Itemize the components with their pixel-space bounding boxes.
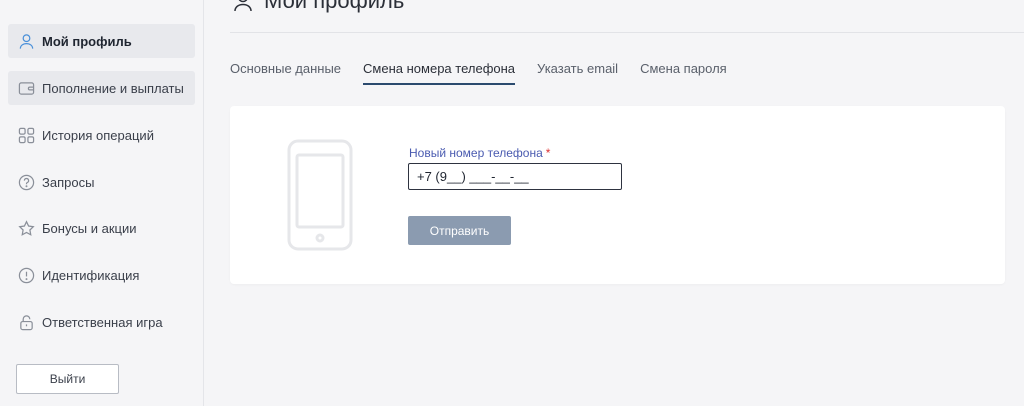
sidebar: Мой профиль Пополнение и выплаты История… xyxy=(0,0,204,406)
question-icon xyxy=(17,173,35,191)
sidebar-item-my-profile[interactable]: Мой профиль xyxy=(8,24,195,58)
tab-change-password[interactable]: Смена пароля xyxy=(640,61,727,85)
page-title-text: Мой профиль xyxy=(264,0,405,13)
alert-icon xyxy=(17,266,35,284)
sidebar-item-history[interactable]: История операций xyxy=(8,118,195,152)
user-icon xyxy=(232,0,254,12)
sidebar-item-identification[interactable]: Идентификация xyxy=(8,258,195,292)
logout-button[interactable]: Выйти xyxy=(16,364,119,394)
page-title: Мой профиль xyxy=(232,0,404,14)
user-icon xyxy=(17,32,35,50)
tab-change-phone[interactable]: Смена номера телефона xyxy=(363,61,516,85)
header-divider xyxy=(230,32,1024,33)
phone-field-label-text: Новый номер телефона xyxy=(409,146,543,160)
change-phone-card: Новый номер телефона* Отправить xyxy=(230,106,1005,284)
lock-icon xyxy=(17,313,35,331)
sidebar-item-label: Мой профиль xyxy=(42,33,132,49)
sidebar-item-deposits-payouts[interactable]: Пополнение и выплаты xyxy=(8,71,195,105)
sidebar-item-label: Бонусы и акции xyxy=(42,220,137,236)
submit-button[interactable]: Отправить xyxy=(408,216,511,245)
profile-tabs: Основные данные Смена номера телефона Ук… xyxy=(230,61,749,85)
sidebar-item-label: Идентификация xyxy=(42,267,140,283)
sidebar-item-bonuses[interactable]: Бонусы и акции xyxy=(8,211,195,245)
sidebar-item-label: Пополнение и выплаты xyxy=(42,80,184,96)
sidebar-item-requests[interactable]: Запросы xyxy=(8,165,195,199)
sidebar-item-label: Запросы xyxy=(42,174,95,190)
sidebar-item-label: История операций xyxy=(42,127,154,143)
required-mark: * xyxy=(545,146,551,160)
tab-basic-data[interactable]: Основные данные xyxy=(230,61,341,85)
phone-field-label: Новый номер телефона * xyxy=(409,146,550,160)
star-icon xyxy=(17,219,35,237)
sidebar-item-responsible-gaming[interactable]: Ответственная игра xyxy=(8,305,195,339)
phone-input[interactable] xyxy=(408,163,622,190)
wallet-icon xyxy=(17,79,35,97)
phone-icon xyxy=(287,139,353,251)
sidebar-item-label: Ответственная игра xyxy=(42,314,163,330)
grid-icon xyxy=(17,126,35,144)
tab-set-email[interactable]: Указать email xyxy=(537,61,618,85)
